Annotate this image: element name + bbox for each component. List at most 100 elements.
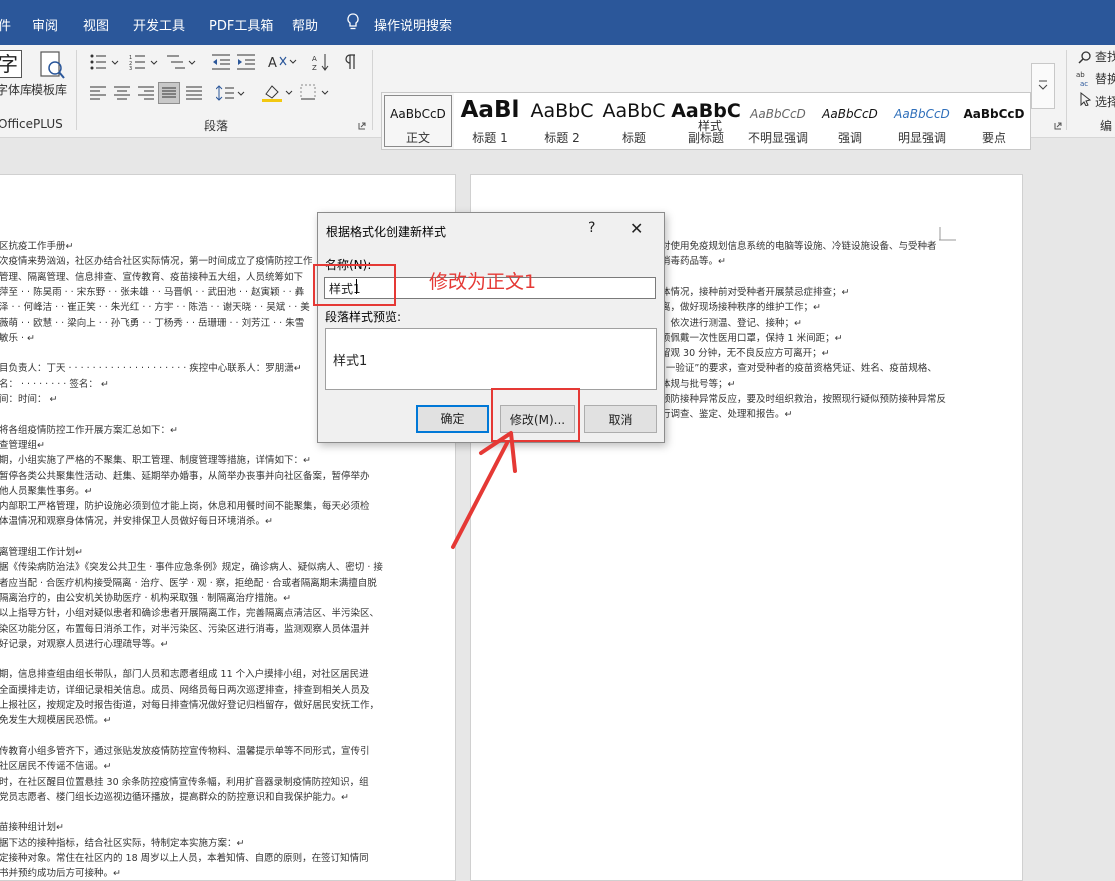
- ribbon: 字 字体库 模板库 OfficePLUS 123 A AZ 段落 AaBbCcD…: [0, 45, 1115, 150]
- document-line: 传教育小组多管齐下，通过张贴发放疫情防控宣传物料、温馨提示单等不同形式，宣传引: [0, 745, 370, 757]
- style-item-intense-emphasis[interactable]: AaBbCcD 明显强调: [886, 93, 958, 149]
- show-marks-icon[interactable]: [343, 53, 357, 71]
- document-line: 期，小组实施了严格的不聚集、职工管理、制度管理等措施，详情如下：↵: [0, 455, 311, 467]
- document-line: 离管理组工作计划↵: [0, 547, 83, 558]
- document-line: 隔离治疗的，由公安机关协助医疗 · 机构采取强 · 制隔离治疗措施。↵: [0, 592, 292, 604]
- paragraph-dialog-launcher-icon[interactable]: [358, 122, 366, 130]
- style-name: 标题 2: [544, 131, 580, 145]
- svg-text:A: A: [268, 56, 277, 71]
- align-center-icon[interactable]: [114, 86, 130, 100]
- close-icon[interactable]: ✕: [630, 219, 643, 238]
- find-icon[interactable]: [1078, 50, 1092, 64]
- document-line: 免发生大规模居民恐慌。↵: [0, 715, 112, 727]
- borders-icon[interactable]: [300, 84, 332, 102]
- document-line: 内部职工严格管理，防护设施必须到位才能上岗，休息和用餐时间不能聚集，每天必须检: [0, 501, 370, 513]
- replace-icon[interactable]: abac: [1076, 70, 1092, 86]
- document-line: 体温情况和观察身体情况，并安排保卫人员做好每日环境消杀。↵: [0, 516, 273, 528]
- document-line: 目负责人：丁天 · · · · · · · · · · · · · · · · …: [0, 363, 302, 375]
- document-line: “一验证”的要求，查对受种者的疫苗资格凭证、姓名、疫苗规格、: [661, 363, 937, 375]
- document-line: 他人员聚集性事务。↵: [0, 485, 93, 497]
- menu-file[interactable]: 件: [0, 15, 11, 34]
- document-line: 期，信息排查组由组长带队，部门人员和志愿者组成 11 个入户摸排小组，对社区居民…: [0, 669, 369, 681]
- style-preview: AaBl: [460, 97, 520, 123]
- sort-icon[interactable]: AZ: [312, 53, 330, 71]
- style-item-strong[interactable]: AaBbCcD 要点: [958, 93, 1030, 149]
- shading-icon[interactable]: [262, 84, 294, 102]
- style-name: 要点: [981, 131, 1006, 145]
- styles-dialog-launcher-icon[interactable]: [1054, 122, 1062, 130]
- menu-view[interactable]: 视图: [83, 15, 109, 34]
- document-line: 社区居民不传谣不信谣。↵: [0, 761, 112, 773]
- styles-group-label: 样式: [698, 119, 723, 133]
- style-name: 明显强调: [897, 131, 946, 145]
- align-left-icon[interactable]: [90, 86, 106, 100]
- svg-text:A: A: [312, 55, 317, 63]
- style-item-emphasis[interactable]: AaBbCcD 强调: [814, 93, 886, 149]
- style-preview: AaBbCcD: [390, 107, 446, 121]
- officeplus-group-label: OfficePLUS: [0, 117, 63, 131]
- style-item-heading1[interactable]: AaBl 标题 1: [454, 93, 526, 149]
- document-line: 预防接种异常反应，要及时组织救治，按照现行疑似预防接种异常反: [661, 394, 947, 405]
- document-line: ，依次进行测温、登记、接种；↵: [661, 317, 802, 329]
- chevron-down-icon: [1038, 80, 1048, 90]
- document-line: 次疫情来势汹汹，社区办结合社区实际情况，第一时间成立了疫情防控工作: [0, 256, 313, 268]
- style-preview: AaBbC: [530, 100, 594, 122]
- help-button[interactable]: ?: [588, 220, 595, 236]
- style-preview: AaBbCcD: [822, 107, 878, 121]
- font-library-button[interactable]: 字体库: [0, 81, 32, 98]
- menu-pdf-toolbox[interactable]: PDF工具箱: [209, 15, 273, 34]
- bullets-icon[interactable]: [90, 54, 120, 70]
- style-item-normal[interactable]: AaBbCcD 正文: [382, 93, 454, 149]
- distributed-align-icon[interactable]: [186, 86, 202, 100]
- justify-button[interactable]: [158, 82, 180, 104]
- svg-text:Z: Z: [312, 64, 317, 71]
- document-line: 以上指导方针，小组对疑似患者和确诊患者开展隔离工作，完善隔离点清洁区、半污染区、: [0, 608, 380, 620]
- margin-corner-mark: [939, 227, 956, 241]
- document-line: 全面摸排走访，详细记录相关信息。成员、网络员每日两次巡逻排查，排查到相关人员及: [0, 684, 370, 696]
- document-line: 行调查、鉴定、处理和报告。↵: [661, 409, 793, 421]
- ribbon-separator: [1066, 50, 1067, 130]
- style-item-title[interactable]: AaBbC 标题: [598, 93, 670, 149]
- preview-label: 段落样式预览:: [325, 310, 402, 324]
- style-preview-box: 样式1: [325, 328, 657, 390]
- select-button[interactable]: 选择: [1095, 93, 1115, 110]
- find-button[interactable]: 查找: [1095, 48, 1115, 65]
- document-line: 好记录，对观察人员进行心理疏导等。↵: [0, 638, 169, 650]
- tell-me-search[interactable]: 操作说明搜索: [374, 15, 452, 34]
- line-spacing-icon[interactable]: [216, 85, 246, 101]
- decrease-indent-icon[interactable]: [212, 54, 230, 70]
- document-line: 书并预约成功后方可接种。↵: [0, 868, 121, 880]
- styles-more-button[interactable]: [1031, 63, 1055, 109]
- document-line: 名： · · · · · · · · 签名： ↵: [0, 378, 109, 390]
- menu-developer[interactable]: 开发工具: [133, 15, 185, 34]
- align-right-icon[interactable]: [138, 86, 154, 100]
- menu-review[interactable]: 审阅: [32, 15, 58, 34]
- justify-icon: [162, 87, 176, 98]
- annotation-text: 修改为正文1: [429, 271, 537, 293]
- template-library-button[interactable]: 模板库: [31, 81, 67, 98]
- red-arrow-icon: [451, 431, 517, 549]
- style-preview: AaBbCcD: [963, 107, 1025, 121]
- style-name: 不明显强调: [747, 131, 808, 145]
- multilevel-list-icon[interactable]: [167, 54, 197, 70]
- document-line: 离，做好现场接种秩序的维护工作；↵: [661, 302, 821, 314]
- style-item-subtle-emphasis[interactable]: AaBbCcD 不明显强调: [742, 93, 814, 149]
- replace-button[interactable]: 替换: [1095, 70, 1115, 87]
- ribbon-separator: [372, 50, 373, 130]
- cancel-button[interactable]: 取消: [584, 405, 657, 433]
- menu-help[interactable]: 帮助: [292, 15, 318, 34]
- chinese-layout-icon[interactable]: A: [268, 53, 298, 71]
- numbering-icon[interactable]: 123: [129, 54, 159, 70]
- select-cursor-icon[interactable]: [1080, 92, 1092, 106]
- highlight-box-name: [313, 264, 396, 306]
- style-preview: AaBbCcD: [894, 107, 950, 121]
- template-library-icon[interactable]: [38, 50, 66, 80]
- document-line: 者应当配 · 合医疗机构接受隔离 · 治疗、医学 · 观 · 察，拒绝配 · 合…: [0, 577, 377, 589]
- style-preview: AaBbC: [602, 100, 666, 122]
- document-line: 体规与批号等；↵: [661, 378, 736, 390]
- style-item-heading2[interactable]: AaBbC 标题 2: [526, 93, 598, 149]
- font-library-icon[interactable]: 字: [0, 50, 22, 78]
- increase-indent-icon[interactable]: [237, 54, 255, 70]
- lightbulb-icon: [347, 13, 359, 30]
- editing-group-label: 编: [1100, 119, 1113, 133]
